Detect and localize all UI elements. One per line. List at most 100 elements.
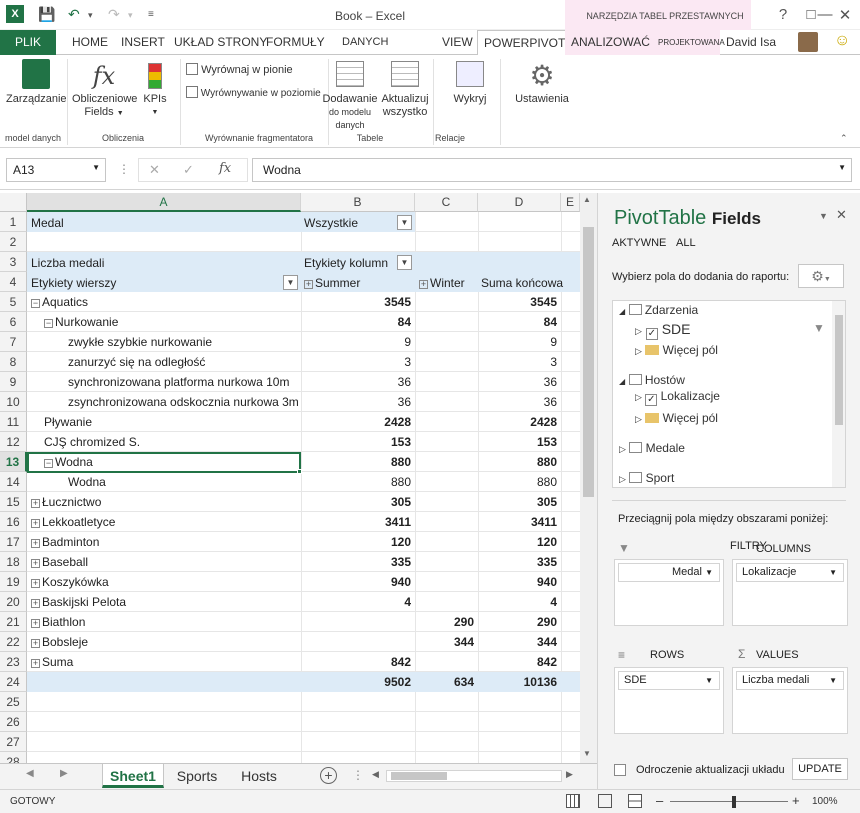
tab-active-fields[interactable]: AKTYWNE	[612, 237, 666, 249]
row-header[interactable]: 21	[0, 612, 27, 632]
undo-icon[interactable]: ↶	[68, 6, 80, 23]
smiley-feedback-icon[interactable]: ☺	[834, 32, 850, 50]
field-table-medals[interactable]: ▷ Medale	[619, 441, 685, 455]
row-header[interactable]: 1	[0, 212, 27, 232]
pivot-cell-summer[interactable]: 3	[301, 352, 411, 372]
pivot-row-label[interactable]: CJŞ chromized S.	[44, 432, 140, 452]
pivot-row-label[interactable]: + Badminton	[31, 532, 99, 552]
field-more-1[interactable]: ▷ Więcej pól	[635, 343, 718, 357]
collapse-icon[interactable]: ◢	[619, 307, 625, 316]
pivot-cell-total[interactable]: 36	[478, 392, 557, 412]
pivot-row-label[interactable]: − Aquatics	[31, 292, 88, 312]
update-button[interactable]: UPDATE	[792, 758, 848, 780]
collapse-ribbon-icon[interactable]: ⌃	[840, 133, 848, 144]
row-header[interactable]: 7	[0, 332, 27, 352]
pivot-cell-total[interactable]: 3	[478, 352, 557, 372]
pivot-cell-winter[interactable]	[415, 292, 474, 312]
pivot-cell-summer[interactable]: 9502	[301, 672, 411, 692]
pivot-cell-winter[interactable]	[415, 492, 474, 512]
row-header[interactable]: 15	[0, 492, 27, 512]
expand-icon[interactable]: ▷	[619, 444, 626, 454]
pivot-cell-total[interactable]: 880	[478, 472, 557, 492]
column-header-a[interactable]: A	[27, 193, 301, 212]
field-list-scroll-thumb[interactable]	[835, 315, 843, 425]
field-list-scrollbar[interactable]	[832, 301, 845, 487]
pivot-cell-total[interactable]: 842	[478, 652, 557, 672]
expand-icon[interactable]: +	[31, 519, 40, 528]
field-table-sport[interactable]: ▷ Sport	[619, 471, 674, 485]
avatar[interactable]	[798, 32, 818, 52]
tab-insert[interactable]: INSERT	[115, 30, 171, 55]
vertical-scrollbar[interactable]: ▲ ▼	[580, 193, 597, 763]
name-box[interactable]: A13 ▼	[6, 158, 106, 182]
expand-icon[interactable]: +	[31, 619, 40, 628]
row-header[interactable]: 2	[0, 232, 27, 252]
expand-icon[interactable]: +	[31, 659, 40, 668]
row-header[interactable]: 24	[0, 672, 27, 692]
pivot-cell-summer[interactable]: 4	[301, 592, 411, 612]
tab-formulas[interactable]: FORMUŁY	[260, 30, 331, 55]
pivot-cell-winter[interactable]	[415, 652, 474, 672]
row-header[interactable]: 22	[0, 632, 27, 652]
expand-icon[interactable]: +	[31, 579, 40, 588]
row-header[interactable]: 5	[0, 292, 27, 312]
pivot-cell-total[interactable]: 3545	[478, 292, 557, 312]
pivot-cell-winter[interactable]	[415, 452, 474, 472]
sheet-tab-hosts[interactable]: Hosts	[230, 764, 288, 788]
row-header[interactable]: 11	[0, 412, 27, 432]
align-horizontal-button[interactable]: Wyrównywanie w poziomie	[186, 86, 321, 100]
undo-dropdown-icon[interactable]: ▾	[88, 10, 93, 21]
expand-icon[interactable]: ▷	[619, 474, 626, 484]
collapse-icon[interactable]: −	[31, 299, 40, 308]
pivot-cell-summer[interactable]: 9	[301, 332, 411, 352]
customize-toolbar-icon[interactable]: ≡	[148, 9, 154, 20]
detect-button[interactable]: Wykryj	[444, 59, 496, 106]
expand-icon[interactable]: ▷	[635, 326, 642, 336]
pivot-cell-winter[interactable]	[415, 512, 474, 532]
pivot-row-label[interactable]: + Bobsleje	[31, 632, 88, 652]
pivot-row-label[interactable]: + Łucznictwo	[31, 492, 101, 512]
scroll-up-icon[interactable]: ▲	[583, 195, 591, 204]
pane-options-icon[interactable]: ▼	[819, 211, 828, 221]
enter-check-icon[interactable]: ✓	[183, 162, 194, 178]
row-labels-filter-icon[interactable]: ▼	[283, 275, 298, 290]
pivot-cell-total[interactable]: 10136	[478, 672, 557, 692]
tab-view[interactable]: VIEW	[436, 30, 479, 55]
tab-design[interactable]: PROJEKTOWANA	[652, 30, 725, 55]
insert-function-icon[interactable]: fx	[219, 161, 231, 176]
more-options-icon[interactable]: ⋮	[118, 162, 130, 176]
expand-icon[interactable]: +	[31, 599, 40, 608]
user-name[interactable]: David Isa	[720, 30, 782, 55]
pivot-cell-winter[interactable]: 344	[415, 632, 474, 652]
field-table-hosts[interactable]: ◢ Hostów	[619, 373, 685, 387]
pivot-cell-winter[interactable]	[415, 352, 474, 372]
zoom-in-icon[interactable]: +	[792, 793, 800, 808]
zoom-slider-thumb[interactable]	[732, 796, 736, 808]
pivot-cell-summer[interactable]: 3545	[301, 292, 411, 312]
cancel-icon[interactable]: ✕	[149, 162, 160, 178]
calculated-fields-button[interactable]: fx Obliczeniowe Fields ▼	[72, 59, 137, 120]
tab-file[interactable]: PLIK	[0, 30, 56, 55]
pivot-row-label[interactable]: zwykłe szybkie nurkowanie	[68, 332, 212, 352]
pivot-cell-winter[interactable]: 634	[415, 672, 474, 692]
pivot-row-label[interactable]: Pływanie	[44, 412, 92, 432]
more-options-icon[interactable]: ⋮	[352, 768, 364, 782]
column-item-locations[interactable]: Lokalizacje ▼	[736, 563, 844, 582]
pivot-cell-total[interactable]: 290	[478, 612, 557, 632]
row-header[interactable]: 19	[0, 572, 27, 592]
pivot-cell-total[interactable]: 84	[478, 312, 557, 332]
save-icon[interactable]: 💾	[38, 6, 55, 23]
pivot-cell-winter[interactable]	[415, 552, 474, 572]
row-item-sde[interactable]: SDE ▼	[618, 671, 720, 690]
pivot-cell-summer[interactable]: 880	[301, 452, 411, 472]
add-to-data-model-button[interactable]: Dodawanie do modelu danych	[318, 59, 382, 132]
help-icon[interactable]: ?	[770, 6, 796, 23]
add-sheet-icon[interactable]: +	[320, 767, 337, 784]
pivot-cell-summer[interactable]: 880	[301, 472, 411, 492]
formula-input[interactable]: Wodna ▼	[252, 158, 852, 182]
pivot-cell-winter[interactable]	[415, 592, 474, 612]
checkbox[interactable]	[614, 764, 626, 776]
tab-data[interactable]: DANYCH	[336, 30, 394, 55]
next-sheet-icon[interactable]: ▶	[60, 768, 68, 779]
pivot-cell-total[interactable]: 9	[478, 332, 557, 352]
